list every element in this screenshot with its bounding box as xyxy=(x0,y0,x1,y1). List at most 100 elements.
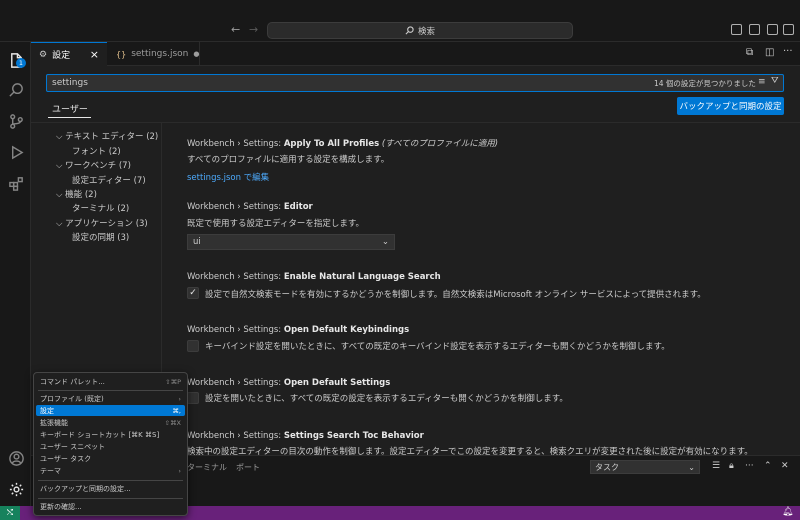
checkmark-icon: ✓ xyxy=(189,288,197,298)
task-select-value: タスク xyxy=(595,462,619,472)
more-actions-icon[interactable]: ··· xyxy=(783,46,793,57)
command-center-label: 検索 xyxy=(417,26,435,37)
toc-item[interactable]: 設定の同期 (3) xyxy=(72,231,129,243)
remote-indicator-icon[interactable]: ⤭ xyxy=(0,506,20,520)
setting-description: キーバインド設定を開いたときに、すべての既定のキーバインド設定を表示するエディタ… xyxy=(205,342,670,352)
setting-description: 設定を開いたときに、すべての既定の設定を表示するエディターも開くかどうかを制御し… xyxy=(205,394,568,404)
setting-title: Workbench › Settings: Apply To All Profi… xyxy=(187,137,498,149)
customize-layout-icon[interactable] xyxy=(783,24,794,35)
setting-category: Workbench › Settings: xyxy=(187,378,284,388)
tab-label: settings.json xyxy=(131,49,189,59)
lock-icon[interactable]: 🔒︎ xyxy=(729,461,734,471)
menu-item-settings[interactable]: 設定 ⌘, xyxy=(36,405,185,416)
setting-title: Workbench › Settings: Settings Search To… xyxy=(187,431,424,441)
menu-item-backup-sync[interactable]: バックアップと同期の設定... xyxy=(36,483,185,494)
toc-item[interactable]: フォント (2) xyxy=(72,145,121,157)
search-result-count: 14 個の設定が見つかりました xyxy=(654,79,756,88)
chevron-down-icon: ⌄ xyxy=(688,462,695,472)
menu-label: バックアップと同期の設定... xyxy=(40,484,131,493)
menu-label: 設定 xyxy=(40,406,54,415)
list-icon[interactable]: ☰ xyxy=(712,461,720,471)
setting-name: Editor xyxy=(283,202,313,212)
setting-category: Workbench › Settings: xyxy=(187,325,284,335)
setting-name: Open Default Keybindings xyxy=(283,325,410,335)
menu-label: ユーザー タスク xyxy=(40,454,92,463)
toggle-secondary-sidebar-icon[interactable] xyxy=(767,24,778,35)
menu-item-profiles[interactable]: プロファイル (既定) › xyxy=(36,393,185,404)
tab-settings[interactable]: ⚙ 設定 × xyxy=(31,42,107,66)
toc-label: アプリケーション (3) xyxy=(65,219,148,229)
menu-label: キーボード ショートカット [⌘K ⌘S] xyxy=(40,430,160,439)
toc-item[interactable]: ⌵ 機能 (2) xyxy=(56,188,97,200)
manage-gear-icon[interactable] xyxy=(6,479,26,499)
toc-label: 設定の同期 (3) xyxy=(72,233,130,243)
setting-category: Workbench › Settings: xyxy=(187,431,284,441)
active-tab-underline xyxy=(48,117,91,118)
setting-category: Workbench › Settings: xyxy=(187,272,284,282)
back-arrow-icon[interactable]: ← xyxy=(231,23,240,36)
setting-description: 既定で使用する設定エディターを指定します。 xyxy=(187,219,365,229)
toc-item[interactable]: 設定エディター (7) xyxy=(72,174,146,186)
menu-item-themes[interactable]: テーマ › xyxy=(36,465,185,476)
setting-description: 設定で自然文検索モードを有効にするかどうかを制御します。自然文検索はMicros… xyxy=(205,290,706,300)
tab-settings-json[interactable]: {} settings.json ● xyxy=(108,42,200,66)
command-center-search[interactable]: 検索 xyxy=(267,22,573,39)
extensions-icon[interactable] xyxy=(6,173,26,193)
menu-label: 更新の確認... xyxy=(40,502,82,511)
natural-language-search-checkbox[interactable]: ✓ xyxy=(187,287,199,299)
setting-tag: (すべてのプロファイルに適用) xyxy=(381,139,499,149)
submenu-arrow-icon: › xyxy=(178,394,181,403)
open-json-icon[interactable]: ⧉ xyxy=(746,47,753,58)
close-icon[interactable]: × xyxy=(90,48,99,61)
tab-terminal[interactable]: ターミナル xyxy=(187,462,227,473)
open-default-settings-checkbox[interactable] xyxy=(187,392,199,404)
toc-label: 機能 (2) xyxy=(65,190,97,200)
clear-filter-icon[interactable]: ≡ xyxy=(758,77,766,87)
setting-category: Workbench › Settings: xyxy=(187,202,284,212)
open-default-keybindings-checkbox[interactable] xyxy=(187,340,199,352)
toc-label: 設定エディター (7) xyxy=(72,176,146,186)
backup-sync-button[interactable]: バックアップと同期の設定 xyxy=(677,97,784,115)
menu-item-check-updates[interactable]: 更新の確認... xyxy=(36,501,185,512)
notifications-bell-icon[interactable]: 🔔︎ xyxy=(782,507,793,517)
menu-item-user-tasks[interactable]: ユーザー タスク xyxy=(36,453,185,464)
tab-user-scope[interactable]: ユーザー xyxy=(52,102,88,115)
menu-separator xyxy=(38,498,183,499)
menu-shortcut: ⇧⌘X xyxy=(164,418,181,427)
tab-ports[interactable]: ポート xyxy=(236,462,260,473)
more-actions-icon[interactable]: ··· xyxy=(745,461,754,471)
setting-name: Settings Search Toc Behavior xyxy=(283,431,424,441)
menu-item-extensions[interactable]: 拡張機能 ⇧⌘X xyxy=(36,417,185,428)
select-value: ui xyxy=(193,237,201,247)
toc-item[interactable]: ⌵ ワークベンチ (7) xyxy=(56,159,131,171)
submenu-arrow-icon: › xyxy=(178,466,181,475)
menu-item-keyboard-shortcuts[interactable]: キーボード ショートカット [⌘K ⌘S] xyxy=(36,429,185,440)
filter-icon[interactable]: ⛛ xyxy=(771,76,779,86)
menu-label: コマンド パレット... xyxy=(40,377,105,386)
edit-in-json-link[interactable]: settings.json で編集 xyxy=(187,171,269,183)
source-control-icon[interactable] xyxy=(6,111,26,131)
toc-item[interactable]: ⌵ アプリケーション (3) xyxy=(56,217,148,229)
close-panel-icon[interactable]: ✕ xyxy=(781,461,789,471)
toc-item[interactable]: ターミナル (2) xyxy=(72,202,129,214)
task-select[interactable]: タスク ⌄ xyxy=(590,460,700,474)
chevron-down-icon: ⌄ xyxy=(381,237,389,247)
toggle-panel-icon[interactable] xyxy=(749,24,760,35)
toc-item[interactable]: ⌵ テキスト エディター (2) xyxy=(56,130,158,142)
setting-description: すべてのプロファイルに適用する設定を構成します。 xyxy=(187,155,390,165)
menu-item-command-palette[interactable]: コマンド パレット... ⇧⌘P xyxy=(36,376,185,387)
manage-menu: コマンド パレット... ⇧⌘P プロファイル (既定) › 設定 ⌘, 拡張機能 ⇧⌘… xyxy=(33,372,188,516)
split-editor-icon[interactable]: ◫ xyxy=(765,47,774,58)
run-debug-icon[interactable] xyxy=(6,142,26,162)
editor-select[interactable]: ui ⌄ xyxy=(187,234,395,250)
toggle-sidebar-icon[interactable] xyxy=(731,24,742,35)
menu-item-user-snippets[interactable]: ユーザー スニペット xyxy=(36,441,185,452)
menu-label: プロファイル (既定) xyxy=(40,394,104,403)
maximize-panel-icon[interactable]: ⌃ xyxy=(764,461,772,471)
search-view-icon[interactable] xyxy=(6,80,26,100)
accounts-icon[interactable] xyxy=(6,448,26,468)
unsaved-dot-icon[interactable]: ● xyxy=(193,50,199,58)
editor-tabs: ⚙ 設定 × {} settings.json ● ⧉ ◫ ··· xyxy=(31,42,800,66)
settings-file-icon: ⚙ xyxy=(39,49,48,60)
forward-arrow-icon[interactable]: → xyxy=(249,23,258,36)
